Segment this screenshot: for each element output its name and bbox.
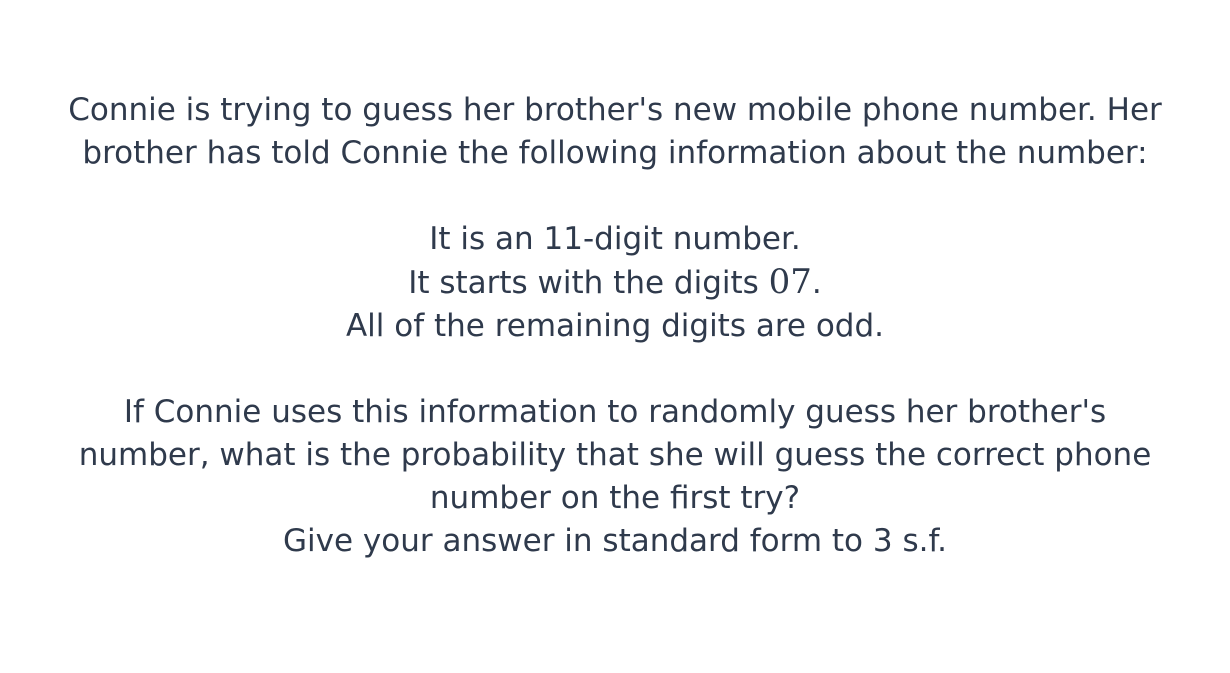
prompt-line-1: If Connie uses this information to rando… — [123, 394, 1107, 430]
fact-starting-digits-period: . — [811, 265, 822, 301]
fact-starting-digits-text: It starts with the digits — [408, 265, 769, 301]
answer-instruction: Give your answer in standard form to 3 s… — [283, 523, 947, 559]
fact-starting-digits: It starts with the digits 07. — [20, 261, 1210, 305]
starting-digits-math: 07 — [768, 262, 812, 302]
question-text: Connie is trying to guess her brother's … — [20, 89, 1210, 563]
intro-line-2: brother has told Connie the following in… — [82, 135, 1148, 171]
fact-odd-digits: All of the remaining digits are odd. — [345, 308, 885, 344]
prompt-line-2: number, what is the probability that she… — [78, 437, 1152, 473]
intro-line-1: Connie is trying to guess her brother's … — [68, 92, 1162, 128]
facts-list: It is an 11-digit number. It starts with… — [20, 218, 1210, 348]
prompt-paragraph: If Connie uses this information to rando… — [20, 391, 1210, 563]
fact-digit-count: It is an 11-digit number. — [429, 221, 801, 257]
prompt-line-3: number on the first try? — [429, 480, 801, 516]
intro-paragraph: Connie is trying to guess her brother's … — [20, 89, 1210, 175]
